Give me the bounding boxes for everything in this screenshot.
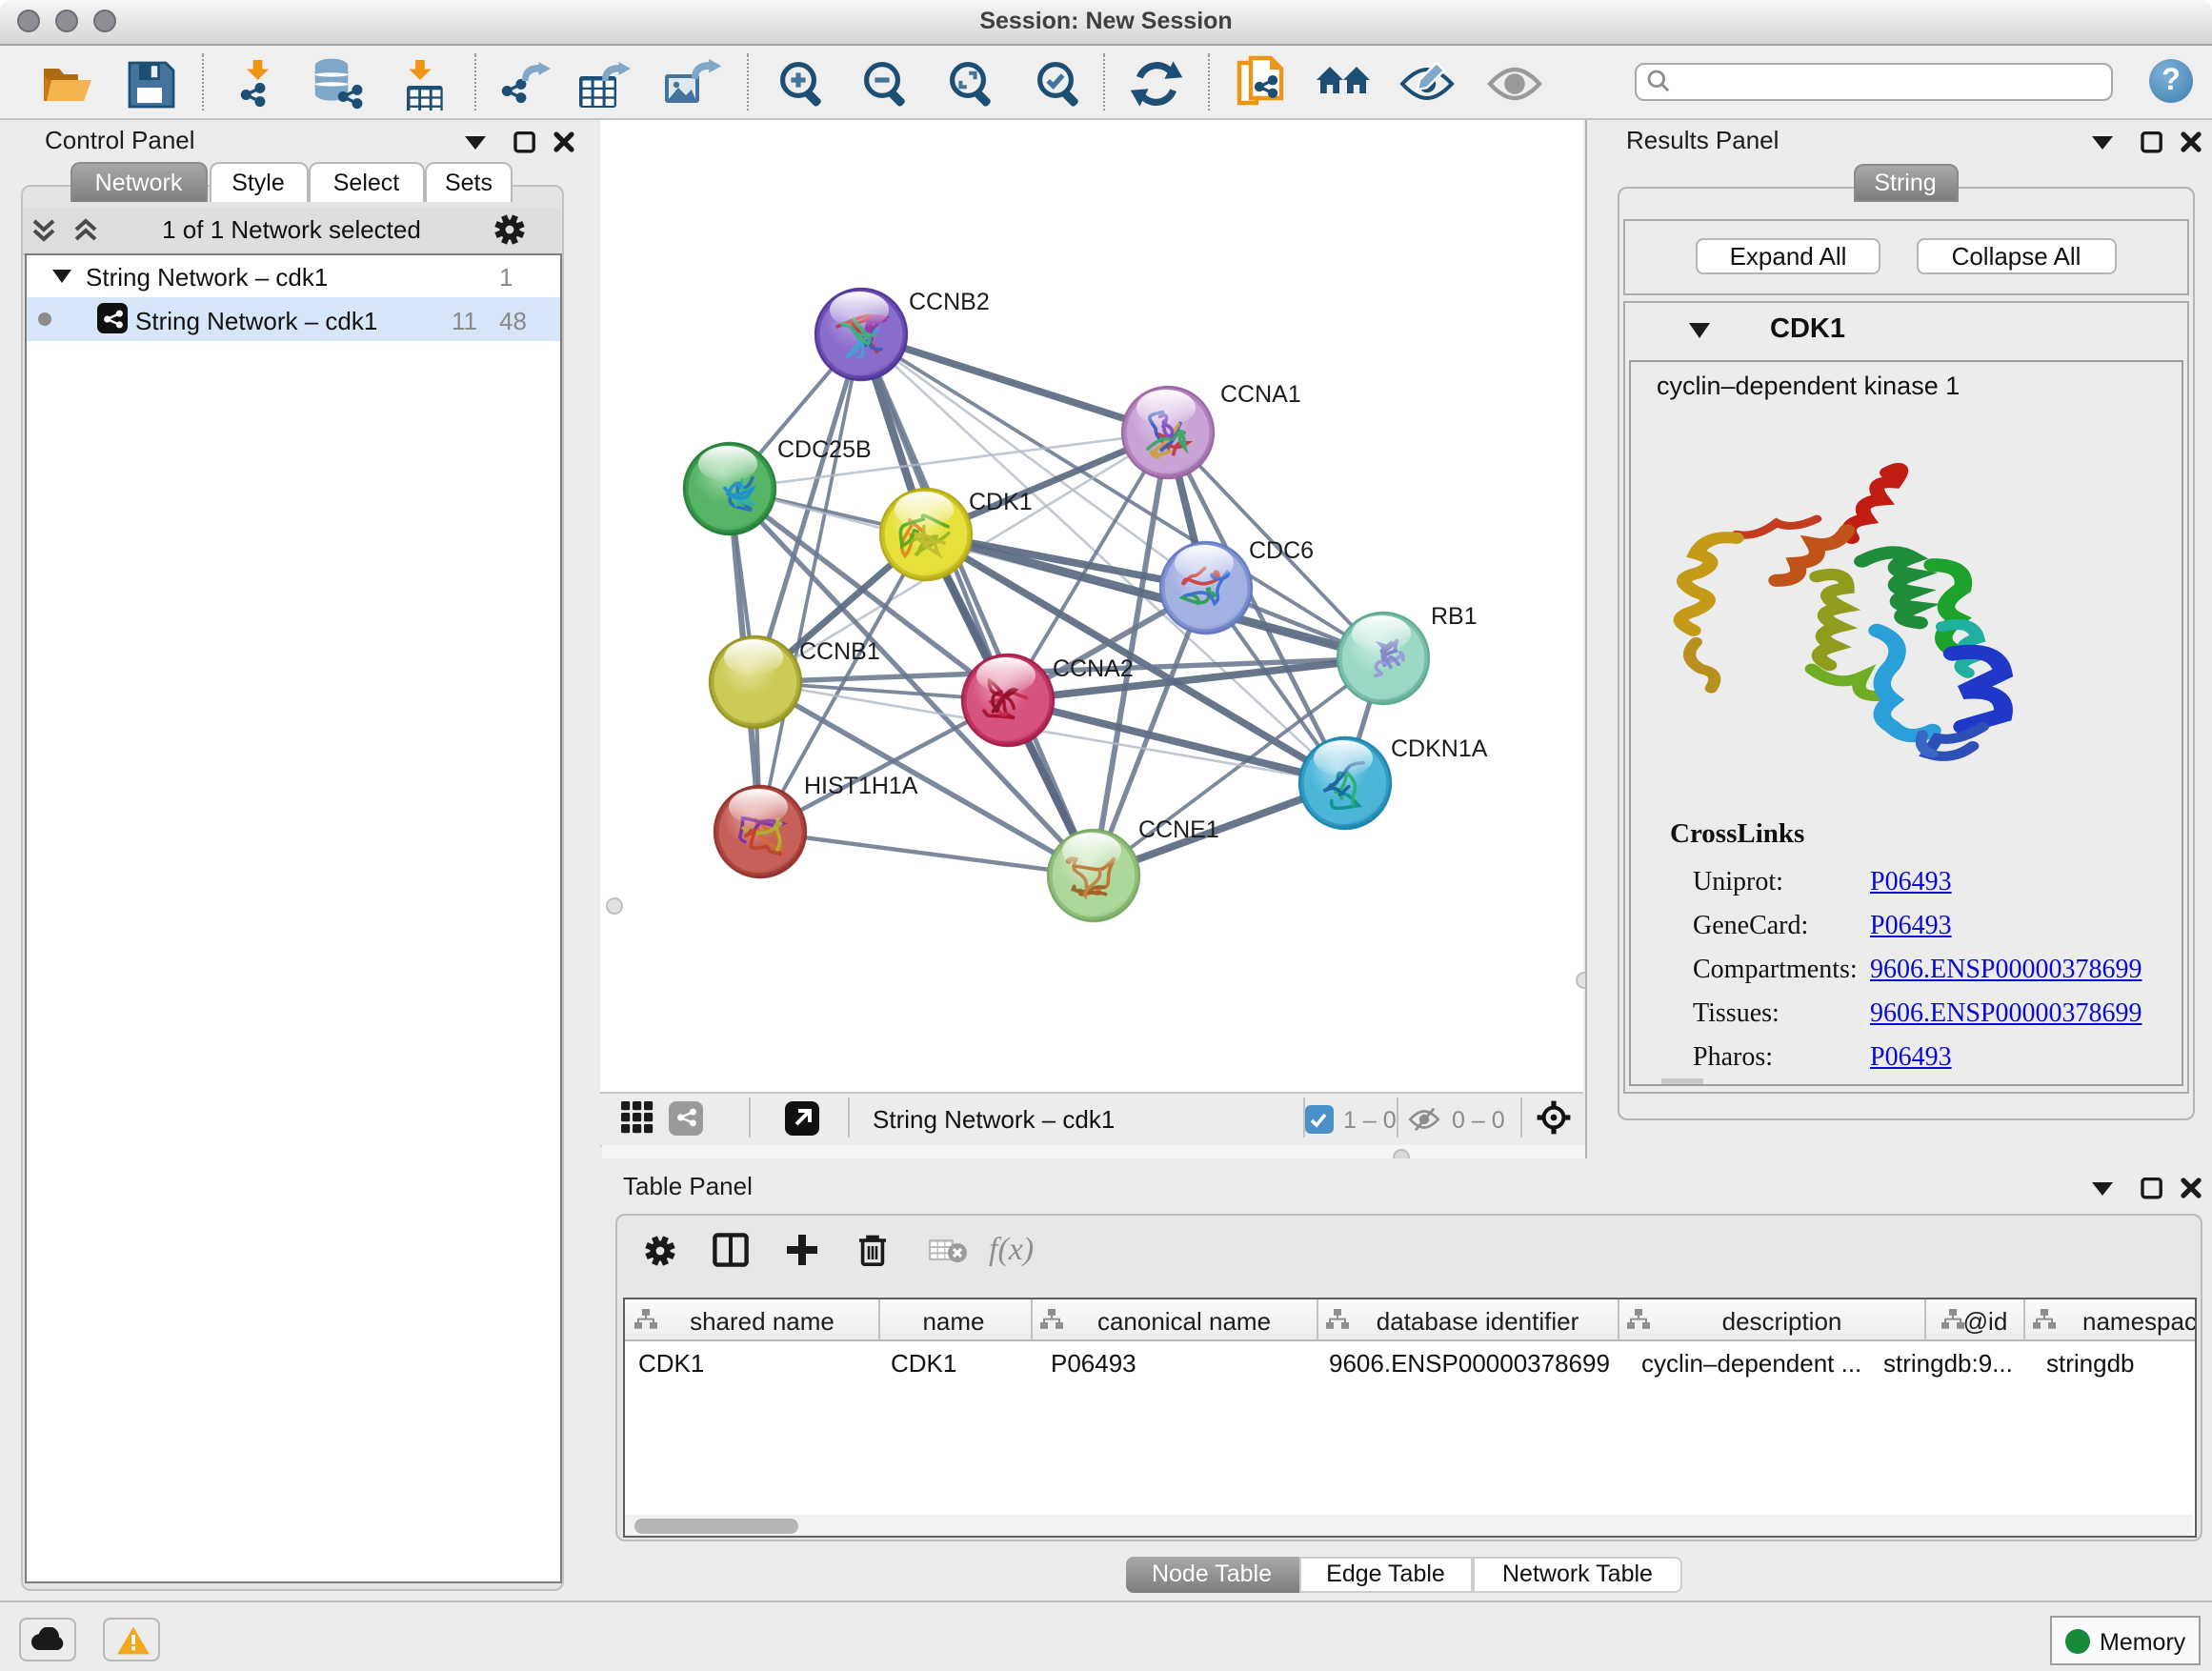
svg-text:CCNB1: CCNB1	[798, 638, 879, 665]
svg-text:CDC25B: CDC25B	[776, 436, 871, 463]
svg-text:CCNA2: CCNA2	[1052, 655, 1133, 682]
svg-text:CCNE1: CCNE1	[1137, 816, 1218, 843]
svg-text:HIST1H1A: HIST1H1A	[803, 773, 917, 799]
svg-text:CDKN1A: CDKN1A	[1390, 735, 1487, 762]
svg-text:RB1: RB1	[1430, 603, 1477, 630]
svg-text:CDC6: CDC6	[1248, 537, 1313, 564]
svg-text:CCNB2: CCNB2	[908, 289, 989, 315]
svg-text:CDK1: CDK1	[968, 489, 1032, 515]
svg-text:CCNA1: CCNA1	[1219, 381, 1300, 408]
